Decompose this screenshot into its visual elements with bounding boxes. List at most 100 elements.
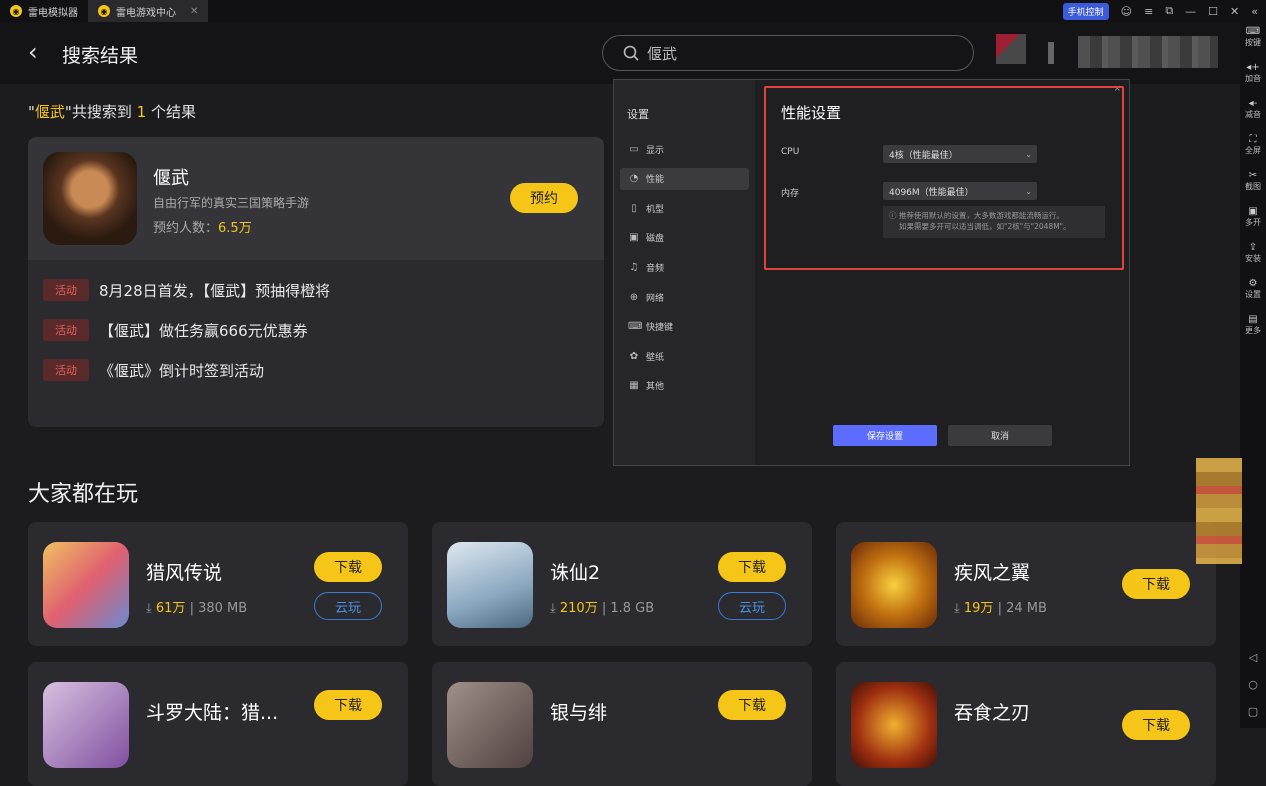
settings-nav-item[interactable]: ▣ 磁盘 bbox=[620, 227, 749, 249]
download-button[interactable]: 下载 bbox=[1122, 710, 1190, 740]
cloud-play-button[interactable]: 云玩 bbox=[314, 592, 382, 620]
game-icon[interactable] bbox=[447, 682, 533, 768]
window-controls: 手机控制 ☺ ≡ ⧉ — ☐ ✕ « bbox=[1062, 0, 1258, 22]
game-card[interactable]: 猎风传说 ⤓ 61万 | 380 MB 下载 云玩 bbox=[28, 522, 408, 646]
settings-nav-label: 磁盘 bbox=[646, 234, 665, 245]
back-arrow-icon[interactable]: ‹ bbox=[28, 38, 38, 66]
performance-icon: ◔ bbox=[629, 173, 639, 185]
game-icon[interactable] bbox=[447, 542, 533, 628]
game-icon[interactable] bbox=[851, 542, 937, 628]
activity-badge: 活动 bbox=[43, 359, 89, 381]
game-card[interactable]: 斗罗大陆：猎... 下载 bbox=[28, 662, 408, 786]
restore-icon[interactable]: ⧉ bbox=[1165, 4, 1173, 18]
game-icon[interactable] bbox=[851, 682, 937, 768]
more-icon: ▤ bbox=[1248, 314, 1258, 325]
phone-control-button[interactable]: 手机控制 bbox=[1062, 2, 1109, 20]
toolbar-item[interactable]: ⚙ 设置 bbox=[1245, 278, 1261, 314]
page-title: 搜索结果 bbox=[62, 45, 139, 67]
quote: " bbox=[28, 103, 35, 121]
result-number: 1 bbox=[136, 103, 147, 121]
activity-badge: 活动 bbox=[43, 319, 89, 341]
maximize-icon[interactable]: ☐ bbox=[1208, 5, 1218, 18]
settings-nav-item[interactable]: ◔ 性能 bbox=[620, 167, 749, 190]
game-card[interactable]: 银与绯 下载 bbox=[432, 662, 812, 786]
save-settings-button[interactable]: 保存设置 bbox=[833, 425, 937, 446]
search-input[interactable]: 偃武 bbox=[602, 35, 974, 71]
settings-nav-label: 机型 bbox=[646, 204, 665, 215]
game-meta: ⤓ 210万 | 1.8 GB bbox=[550, 601, 655, 616]
toolbar-label: 按键 bbox=[1245, 38, 1261, 47]
activity-row[interactable]: 活动 《偃武》倒计时签到活动 bbox=[43, 359, 264, 381]
toolbar-item[interactable]: ▣ 多开 bbox=[1245, 206, 1261, 242]
pixelated-divider bbox=[1048, 42, 1054, 64]
toolbar-item[interactable]: ⛶ 全屏 bbox=[1245, 134, 1261, 170]
settings-nav-label: 快捷键 bbox=[646, 323, 674, 334]
back-nav-icon[interactable]: ◁ bbox=[1249, 651, 1257, 664]
download-count: 19万 bbox=[963, 601, 994, 616]
reserve-label: 预约人数： bbox=[153, 221, 219, 236]
toolbar-item[interactable]: ◂+ 加音 bbox=[1245, 62, 1261, 98]
activity-row[interactable]: 活动 【偃武】做任务赢666元优惠券 bbox=[43, 319, 308, 341]
result-text: 共搜索到 bbox=[71, 103, 132, 121]
settings-nav-item[interactable]: ♫ 音频 bbox=[620, 256, 749, 278]
file-size: 24 MB bbox=[1006, 601, 1047, 616]
reserve-button[interactable]: 预约 bbox=[510, 183, 578, 213]
game-card[interactable]: 诛仙2 ⤓ 210万 | 1.8 GB 下载 云玩 bbox=[432, 522, 812, 646]
volume-up-icon: ◂+ bbox=[1246, 62, 1260, 73]
download-icon: ⤓ bbox=[146, 601, 152, 616]
settings-nav-label: 其他 bbox=[646, 382, 665, 393]
activity-badge: 活动 bbox=[43, 279, 89, 301]
download-count: 61万 bbox=[155, 601, 186, 616]
phone-model-icon: ▯ bbox=[631, 202, 637, 214]
game-result-card[interactable]: 偃武 自由行军的真实三国策略手游 预约人数：6.5万 预约 活动 8月28日首发… bbox=[28, 137, 604, 427]
settings-nav-label: 网络 bbox=[646, 293, 665, 304]
cancel-button[interactable]: 取消 bbox=[948, 425, 1052, 446]
game-card[interactable]: 吞食之刃 下载 bbox=[836, 662, 1216, 786]
section-title: 大家都在玩 bbox=[28, 482, 139, 507]
user-icon[interactable]: ☺ bbox=[1121, 5, 1132, 18]
close-window-icon[interactable]: ✕ bbox=[1230, 5, 1239, 18]
game-icon[interactable] bbox=[43, 152, 137, 245]
result-suffix: 个结果 bbox=[150, 103, 196, 121]
pixelated-floating-widget bbox=[1196, 458, 1242, 564]
game-card[interactable]: 疾风之翼 ⤓ 19万 | 24 MB 下载 bbox=[836, 522, 1216, 646]
game-icon[interactable] bbox=[43, 542, 129, 628]
tab-emulator[interactable]: ◉ 雷电模拟器 bbox=[0, 0, 88, 22]
disk-icon: ▣ bbox=[629, 232, 639, 244]
settings-nav-label: 显示 bbox=[646, 145, 665, 156]
game-icon[interactable] bbox=[43, 682, 129, 768]
monitor-icon: ▭ bbox=[629, 143, 639, 155]
home-nav-icon[interactable]: ○ bbox=[1248, 678, 1258, 691]
settings-nav-item[interactable]: ▭ 显示 bbox=[620, 138, 749, 160]
game-name: 吞食之刃 bbox=[954, 702, 1031, 724]
settings-nav-item[interactable]: ✿ 壁纸 bbox=[620, 345, 749, 367]
settings-nav-item[interactable]: ⊕ 网络 bbox=[620, 286, 749, 308]
toolbar-item[interactable]: ✂ 截图 bbox=[1245, 170, 1261, 206]
settings-nav-item[interactable]: ⌨ 快捷键 bbox=[620, 316, 749, 338]
download-button[interactable]: 下载 bbox=[314, 690, 382, 720]
close-icon[interactable]: ✕ bbox=[190, 6, 198, 17]
gear-icon: ⚙ bbox=[1248, 278, 1258, 289]
menu-icon[interactable]: ≡ bbox=[1144, 5, 1153, 18]
download-button[interactable]: 下载 bbox=[1122, 569, 1190, 599]
settings-nav-item[interactable]: ▦ 其他 bbox=[620, 375, 749, 397]
download-button[interactable]: 下载 bbox=[718, 690, 786, 720]
game-name[interactable]: 偃武 bbox=[153, 164, 189, 190]
settings-nav-label: 性能 bbox=[646, 175, 665, 186]
search-value: 偃武 bbox=[647, 44, 678, 63]
toolbar-item[interactable]: ⇪ 安装 bbox=[1245, 242, 1261, 278]
activity-row[interactable]: 活动 8月28日首发，【偃武】预抽得橙将 bbox=[43, 279, 330, 301]
cloud-play-button[interactable]: 云玩 bbox=[718, 592, 786, 620]
toolbar-item[interactable]: ⌨ 按键 bbox=[1245, 26, 1261, 62]
collapse-icon[interactable]: « bbox=[1251, 5, 1258, 18]
download-button[interactable]: 下载 bbox=[718, 552, 786, 582]
tab-game-center[interactable]: ◉ 雷电游戏中心 ✕ bbox=[88, 0, 209, 22]
recent-nav-icon[interactable]: ▢ bbox=[1248, 705, 1258, 718]
minimize-icon[interactable]: — bbox=[1185, 5, 1196, 18]
download-button[interactable]: 下载 bbox=[314, 552, 382, 582]
activity-text: 8月28日首发，【偃武】预抽得橙将 bbox=[99, 281, 331, 300]
settings-nav-item[interactable]: ▯ 机型 bbox=[620, 197, 749, 219]
toolbar-item[interactable]: ◂- 减音 bbox=[1245, 98, 1261, 134]
toolbar-item[interactable]: ▤ 更多 bbox=[1245, 314, 1261, 350]
toolbar-label: 设置 bbox=[1245, 290, 1261, 299]
